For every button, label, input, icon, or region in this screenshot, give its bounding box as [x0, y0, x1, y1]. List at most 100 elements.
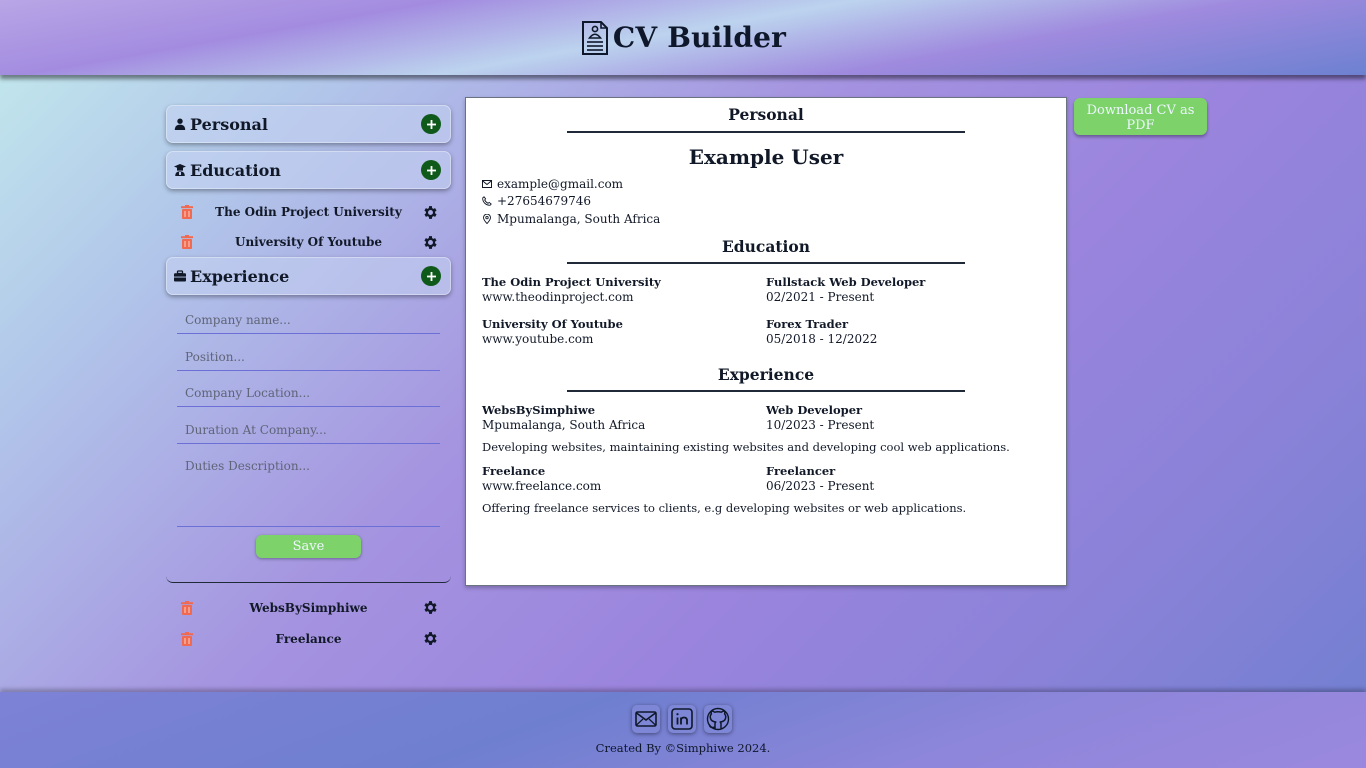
edit-education-button[interactable]	[422, 204, 439, 221]
mail-icon	[482, 179, 492, 188]
github-link[interactable]	[704, 705, 732, 733]
personal-section-header[interactable]: Personal	[166, 105, 451, 143]
linkedin-link[interactable]	[668, 705, 696, 733]
list-item: WebsBySimphiwe	[166, 592, 451, 623]
briefcase-icon	[174, 270, 186, 282]
cv-education-dates: 02/2021 - Present	[766, 289, 875, 304]
cv-email: example@gmail.com	[497, 176, 624, 191]
position-input[interactable]	[177, 343, 440, 371]
cv-phone: +27654679746	[497, 194, 592, 209]
experience-section-label: Experience	[190, 266, 290, 286]
experience-form: Save	[166, 295, 451, 583]
cv-education-url: www.theodinproject.com	[482, 289, 634, 304]
cv-experience-company: Freelance	[482, 463, 546, 478]
cv-education-school: The Odin Project University	[482, 274, 661, 289]
company-name-input[interactable]	[177, 307, 440, 334]
cv-phone-row: +27654679746	[482, 193, 1050, 211]
cv-preview: Personal Example User example@gmail.com …	[465, 97, 1067, 586]
education-item-name: University Of Youtube	[234, 235, 383, 249]
cv-education-dates: 05/2018 - 12/2022	[766, 331, 878, 346]
social-links	[632, 705, 732, 733]
download-pdf-button[interactable]: Download CV as PDF	[1074, 98, 1207, 135]
education-section-label: Education	[190, 160, 281, 180]
delete-education-button[interactable]	[181, 235, 195, 249]
plus-icon	[426, 271, 436, 281]
app-header: CV Builder	[0, 0, 1366, 75]
cv-experience-position: Freelancer	[766, 463, 836, 478]
graduate-icon	[174, 164, 186, 176]
personal-expand-button[interactable]	[421, 114, 441, 134]
delete-experience-button[interactable]	[181, 631, 195, 646]
trash-icon	[181, 205, 193, 219]
divider	[567, 261, 965, 264]
company-location-input[interactable]	[177, 380, 440, 407]
duration-input[interactable]	[177, 416, 440, 444]
cv-experience-location: www.freelance.com	[482, 478, 602, 493]
cv-education-heading: Education	[721, 236, 811, 256]
person-icon	[174, 118, 186, 130]
cv-experience-location: Mpumalanga, South Africa	[482, 417, 646, 432]
cv-full-name: Example User	[688, 145, 844, 169]
list-item: The Odin Project University	[166, 197, 451, 227]
divider	[567, 131, 965, 133]
cv-experience-entry: WebsBySimphiwe Mpumalanga, South Africa …	[482, 403, 1050, 433]
cv-education-school: University Of Youtube	[482, 316, 623, 331]
location-pin-icon	[483, 213, 491, 224]
cv-experience-dates: 06/2023 - Present	[766, 478, 875, 493]
cv-location: Mpumalanga, South Africa	[497, 211, 661, 226]
add-education-button[interactable]	[421, 160, 441, 180]
edit-experience-button[interactable]	[422, 599, 439, 616]
email-link[interactable]	[632, 705, 660, 733]
phone-icon	[482, 196, 492, 207]
edit-education-button[interactable]	[422, 234, 439, 251]
list-item: University Of Youtube	[166, 227, 451, 257]
plus-icon	[426, 119, 436, 129]
experience-item-name: WebsBySimphiwe	[249, 600, 368, 615]
delete-education-button[interactable]	[181, 205, 195, 219]
cv-experience-dates: 10/2023 - Present	[766, 417, 875, 432]
footer-credit: Created By ©Simphiwe 2024.	[595, 741, 771, 755]
cv-experience-description: Developing websites, maintaining existin…	[482, 439, 1010, 454]
education-list: The Odin Project University University O…	[166, 197, 451, 257]
cv-education-entry: The Odin Project University www.theodinp…	[482, 275, 1050, 305]
resume-icon	[580, 20, 610, 56]
cv-experience-description: Offering freelance services to clients, …	[482, 500, 967, 515]
save-button[interactable]: Save	[256, 535, 361, 558]
education-item-name: The Odin Project University	[215, 205, 402, 219]
experience-section-header[interactable]: Experience	[166, 257, 451, 295]
duties-description-input[interactable]	[177, 453, 440, 527]
personal-section-label: Personal	[190, 114, 268, 134]
list-item: Freelance	[166, 623, 451, 654]
cv-education-degree: Forex Trader	[766, 316, 849, 331]
gear-icon	[424, 235, 437, 249]
add-experience-button[interactable]	[421, 266, 441, 286]
editor-sidebar: Personal Education The Odin Project Univ…	[166, 105, 451, 654]
gear-icon	[424, 205, 437, 219]
cv-experience-position: Web Developer	[766, 402, 863, 417]
github-icon	[706, 707, 730, 731]
experience-list: WebsBySimphiwe Freelance	[166, 592, 451, 654]
page-footer: Created By ©Simphiwe 2024.	[0, 692, 1366, 768]
education-section-header[interactable]: Education	[166, 151, 451, 189]
edit-experience-button[interactable]	[422, 630, 439, 647]
trash-icon	[181, 235, 193, 249]
cv-location-row: Mpumalanga, South Africa	[482, 210, 1050, 228]
cv-education-degree: Fullstack Web Developer	[766, 274, 926, 289]
mail-icon	[635, 711, 657, 727]
cv-education-entry: University Of Youtube www.youtube.com Fo…	[482, 317, 1050, 347]
cv-education-url: www.youtube.com	[482, 331, 594, 346]
delete-experience-button[interactable]	[181, 600, 195, 615]
cv-personal-heading: Personal	[728, 105, 804, 124]
cv-contact-block: example@gmail.com +27654679746 Mpumalang…	[482, 175, 1050, 228]
gear-icon	[424, 632, 437, 645]
plus-icon	[426, 165, 436, 175]
cv-experience-company: WebsBySimphiwe	[482, 402, 596, 417]
cv-experience-heading: Experience	[717, 364, 815, 384]
experience-item-name: Freelance	[275, 631, 342, 646]
trash-icon	[181, 600, 193, 615]
brand: CV Builder	[580, 20, 786, 56]
trash-icon	[181, 631, 193, 646]
cv-email-row: example@gmail.com	[482, 175, 1050, 193]
gear-icon	[424, 601, 437, 614]
cv-experience-entry: Freelance www.freelance.com Freelancer 0…	[482, 464, 1050, 494]
